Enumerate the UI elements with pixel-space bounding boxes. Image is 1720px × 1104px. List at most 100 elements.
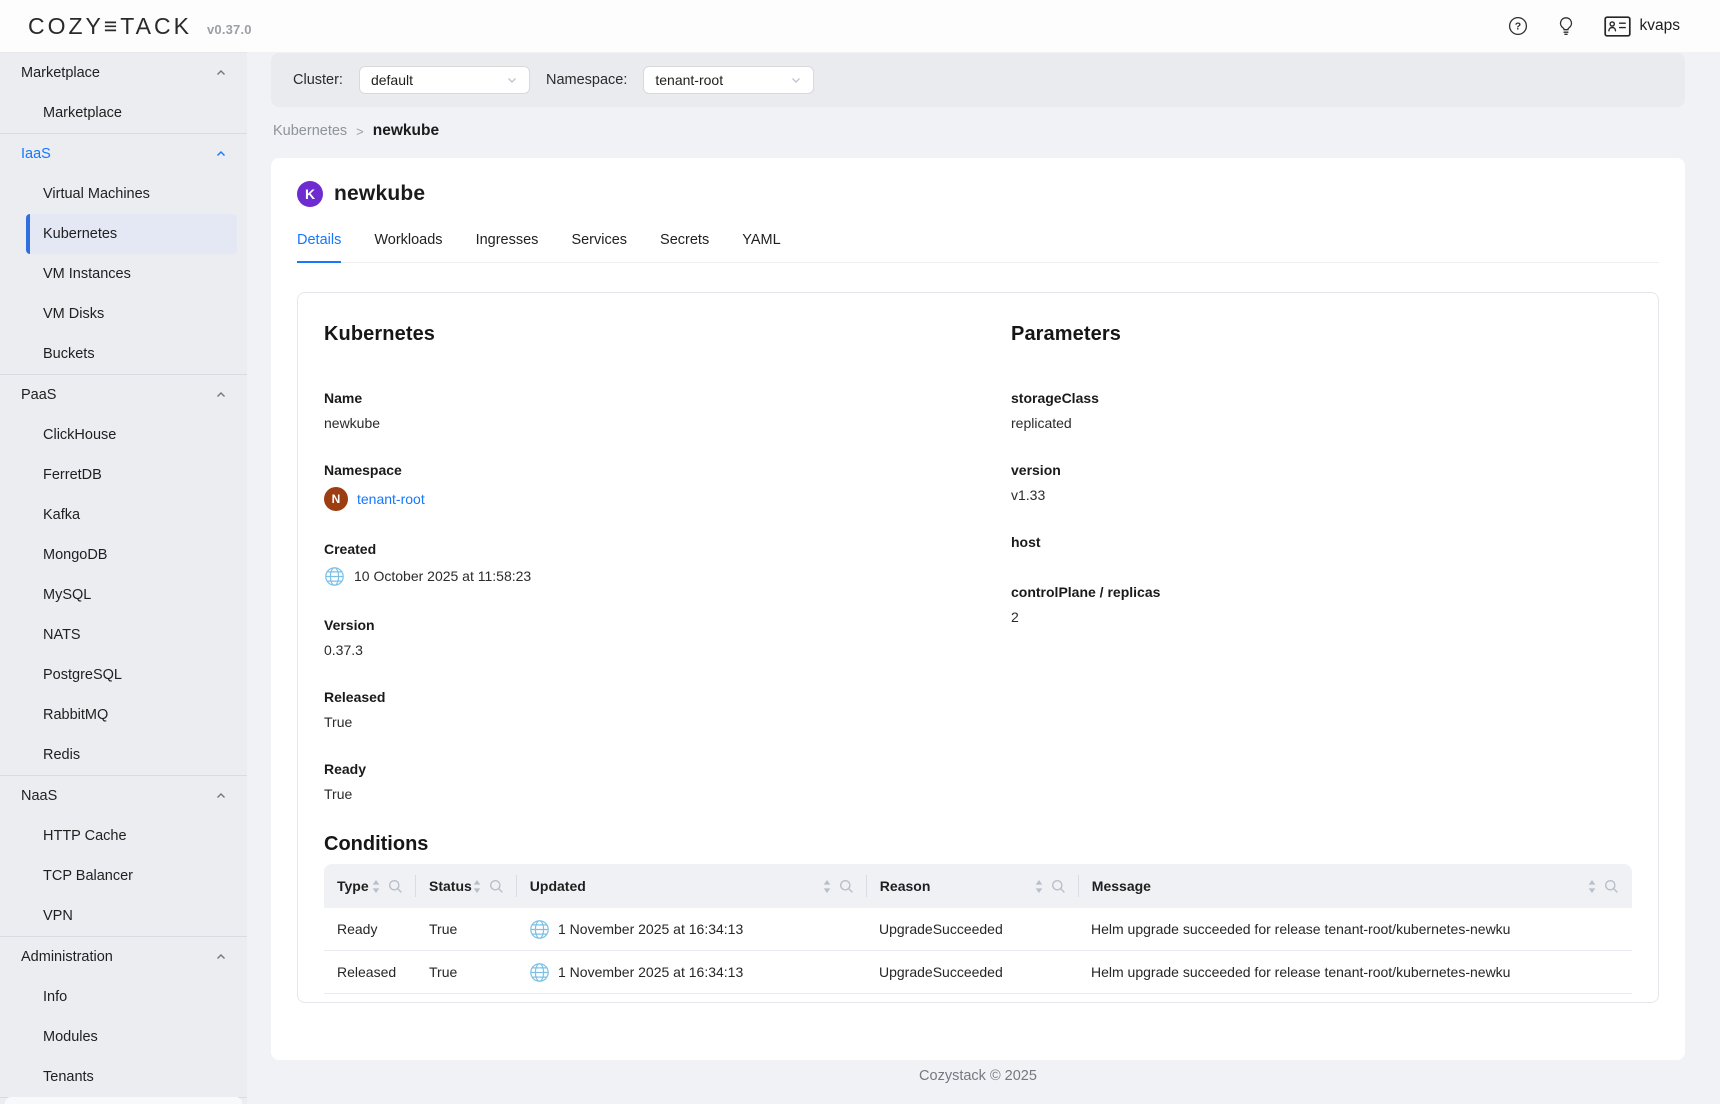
tab-services[interactable]: Services bbox=[571, 232, 627, 263]
sidebar-item-vpn[interactable]: VPN bbox=[0, 896, 247, 936]
column-header-reason: Reason bbox=[867, 864, 1079, 908]
field-value: True bbox=[324, 714, 1011, 731]
sidebar-group-iaas[interactable]: IaaS bbox=[0, 134, 247, 174]
field-label: storageClass bbox=[1011, 390, 1632, 407]
tab-details[interactable]: Details bbox=[297, 232, 341, 263]
sidebar-item-info[interactable]: Info bbox=[0, 977, 247, 1017]
sidebar-item-label: Buckets bbox=[43, 346, 95, 362]
globe-icon bbox=[529, 919, 550, 940]
namespace-link[interactable]: tenant-root bbox=[357, 491, 425, 508]
tab-ingresses[interactable]: Ingresses bbox=[476, 232, 539, 263]
footer-text: Cozystack © 2025 bbox=[271, 1068, 1685, 1084]
field-label: Released bbox=[324, 689, 1011, 706]
sidebar-item-mysql[interactable]: MySQL bbox=[0, 575, 247, 615]
sidebar-item-nats[interactable]: NATS bbox=[0, 615, 247, 655]
user-menu[interactable]: kvaps bbox=[1604, 16, 1681, 37]
field-label: controlPlane / replicas bbox=[1011, 584, 1632, 601]
sidebar-item-label: Modules bbox=[43, 1029, 98, 1045]
column-header-updated: Updated bbox=[517, 864, 867, 908]
sidebar-item-postgresql[interactable]: PostgreSQL bbox=[0, 655, 247, 695]
column-header-icons bbox=[472, 879, 504, 894]
cell-text: 1 November 2025 at 16:34:13 bbox=[558, 921, 743, 937]
sidebar-item-virtual-machines[interactable]: Virtual Machines bbox=[0, 174, 247, 214]
cell-updated: 1 November 2025 at 16:34:13 bbox=[516, 951, 866, 993]
column-header-type: Type bbox=[324, 864, 416, 908]
sidebar-item-clickhouse[interactable]: ClickHouse bbox=[0, 415, 247, 455]
sidebar-item-label: RabbitMQ bbox=[43, 707, 108, 723]
cell-text: True bbox=[429, 964, 457, 980]
sort-icon[interactable] bbox=[1034, 879, 1044, 894]
search-icon[interactable] bbox=[1604, 879, 1619, 894]
tabs: Details Workloads Ingresses Services Secrets… bbox=[297, 232, 1659, 263]
sidebar-item-vm-instances[interactable]: VM Instances bbox=[0, 254, 247, 294]
sidebar-item-modules[interactable]: Modules bbox=[0, 1017, 247, 1057]
brand-logo[interactable]: COZY≡TACK v0.37.0 bbox=[28, 13, 252, 40]
field-released: Released True bbox=[324, 689, 1011, 731]
cluster-select-value: default bbox=[371, 72, 413, 88]
sidebar-item-label: TCP Balancer bbox=[43, 868, 133, 884]
sort-icon[interactable] bbox=[1587, 879, 1597, 894]
sidebar-item-mongodb[interactable]: MongoDB bbox=[0, 535, 247, 575]
sidebar-item-tenants[interactable]: Tenants bbox=[0, 1057, 247, 1097]
sidebar-item-ferretdb[interactable]: FerretDB bbox=[0, 455, 247, 495]
sort-icon[interactable] bbox=[472, 879, 482, 894]
sidebar-group-label: NaaS bbox=[21, 788, 57, 804]
sidebar-group-label: IaaS bbox=[21, 146, 51, 162]
field-label: Namespace bbox=[324, 462, 1011, 479]
sidebar-item-rabbitmq[interactable]: RabbitMQ bbox=[0, 695, 247, 735]
field-label: Created bbox=[324, 541, 1011, 558]
cell-text: Helm upgrade succeeded for release tenan… bbox=[1091, 964, 1510, 980]
sort-icon[interactable] bbox=[371, 879, 381, 894]
sidebar-item-kafka[interactable]: Kafka bbox=[0, 495, 247, 535]
field-label: Ready bbox=[324, 761, 1011, 778]
field-value: v1.33 bbox=[1011, 487, 1632, 504]
sidebar-item-label: VM Disks bbox=[43, 306, 104, 322]
field-label: Name bbox=[324, 390, 1011, 407]
sidebar: MarketplaceMarketplace IaaS Virtual Machin… bbox=[0, 52, 247, 1104]
sidebar-item-redis[interactable]: Redis bbox=[0, 735, 247, 775]
cell-message: Helm upgrade succeeded for release tenan… bbox=[1078, 951, 1632, 993]
column-header-icons bbox=[1034, 879, 1066, 894]
sidebar-group-administration[interactable]: Administration bbox=[0, 937, 247, 977]
sidebar-item-vm-disks[interactable]: VM Disks bbox=[0, 294, 247, 334]
field-value: replicated bbox=[1011, 415, 1632, 432]
cluster-select[interactable]: default bbox=[359, 66, 530, 94]
sidebar-item-label: Info bbox=[43, 989, 67, 1005]
chevron-down-icon bbox=[506, 74, 518, 86]
search-icon[interactable] bbox=[839, 879, 854, 894]
sidebar-item-label: VPN bbox=[43, 908, 73, 924]
tab-secrets[interactable]: Secrets bbox=[660, 232, 709, 263]
namespace-select[interactable]: tenant-root bbox=[643, 66, 814, 94]
cell-reason: UpgradeSucceeded bbox=[866, 908, 1078, 950]
sort-icon[interactable] bbox=[822, 879, 832, 894]
datetime-text: 10 October 2025 at 11:58:23 bbox=[354, 568, 531, 585]
cell-message: Helm upgrade succeeded for release tenan… bbox=[1078, 908, 1632, 950]
sidebar-item-tcp-balancer[interactable]: TCP Balancer bbox=[0, 856, 247, 896]
idcard-icon bbox=[1604, 16, 1631, 37]
sidebar-item-marketplace[interactable]: Marketplace bbox=[0, 93, 247, 133]
bulb-icon[interactable] bbox=[1556, 16, 1576, 36]
sidebar-scroll-thumb[interactable] bbox=[5, 1097, 242, 1104]
field-name: Name newkube bbox=[324, 390, 1011, 432]
sidebar-group-marketplace[interactable]: Marketplace bbox=[0, 53, 247, 93]
breadcrumb-parent-link[interactable]: Kubernetes bbox=[273, 123, 347, 139]
search-icon[interactable] bbox=[1051, 879, 1066, 894]
tab-workloads[interactable]: Workloads bbox=[374, 232, 442, 263]
conditions-heading: Conditions bbox=[324, 833, 1632, 856]
search-icon[interactable] bbox=[388, 879, 403, 894]
field-version: Version0.37.3 bbox=[324, 617, 1011, 659]
details-panel: Kubernetes NamenewkubeNamespaceNtenant-r… bbox=[297, 292, 1659, 1003]
sidebar-item-kubernetes[interactable]: Kubernetes bbox=[26, 214, 237, 254]
breadcrumb-separator: > bbox=[356, 124, 364, 139]
help-icon[interactable]: ? bbox=[1508, 16, 1528, 36]
sidebar-group-naas[interactable]: NaaS bbox=[0, 776, 247, 816]
tab-yaml[interactable]: YAML bbox=[742, 232, 780, 263]
cell-text: Ready bbox=[337, 921, 377, 937]
sidebar-group-paas[interactable]: PaaS bbox=[0, 375, 247, 415]
page-title-row: K newkube bbox=[297, 181, 1659, 207]
field-value: newkube bbox=[324, 415, 1011, 432]
cell-updated: 1 November 2025 at 16:34:13 bbox=[516, 908, 866, 950]
sidebar-item-buckets[interactable]: Buckets bbox=[0, 334, 247, 374]
search-icon[interactable] bbox=[489, 879, 504, 894]
sidebar-item-http-cache[interactable]: HTTP Cache bbox=[0, 816, 247, 856]
